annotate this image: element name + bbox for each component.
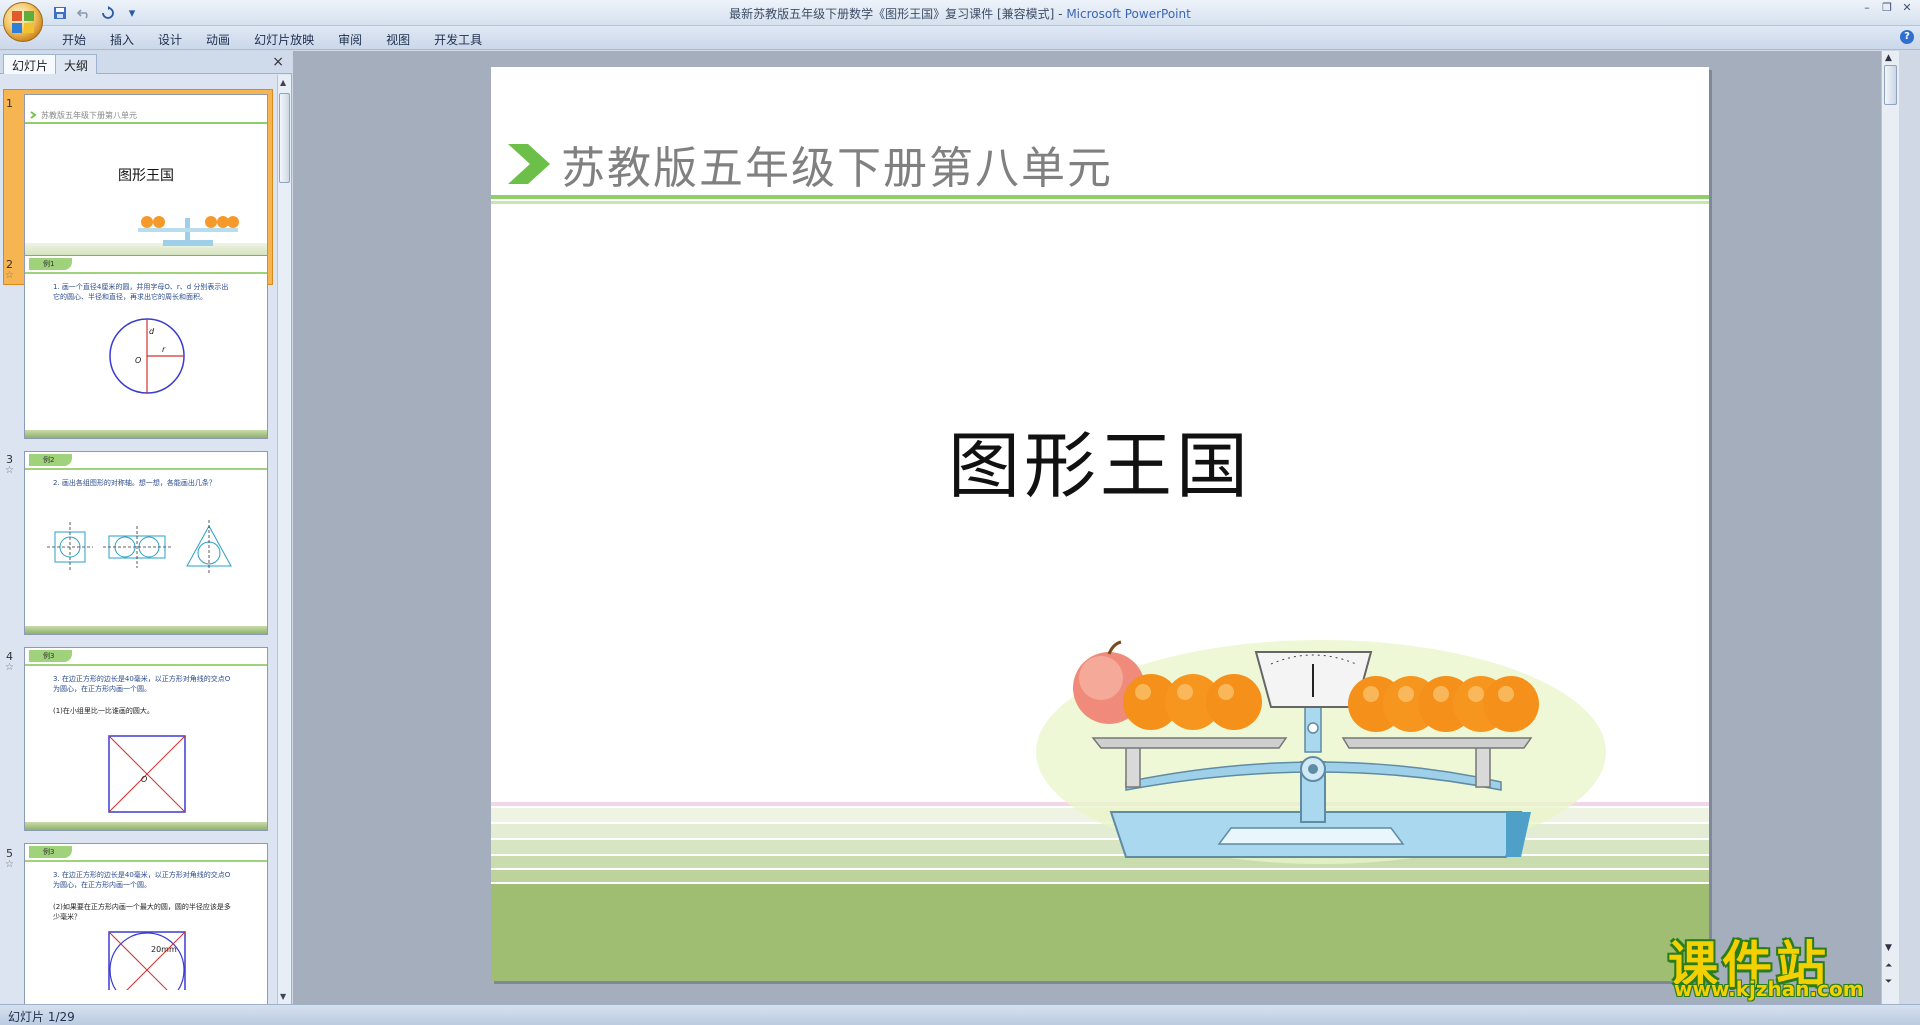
chevron-right-icon [30, 111, 37, 119]
thumbnail-slide-2[interactable]: 例1 1. 画一个直径4厘米的圆，并用字母O、r、d 分别表示出它的圆心、半径和… [24, 255, 268, 439]
tab-review[interactable]: 审阅 [326, 29, 374, 48]
header-line [491, 201, 1709, 204]
label-d: d [149, 327, 155, 336]
slide-header[interactable]: 苏教版五年级下册第八单元 [561, 132, 1113, 196]
header-line [25, 664, 267, 666]
restore-icon[interactable]: ❐ [1878, 2, 1896, 16]
close-pane-icon[interactable]: × [272, 54, 284, 70]
tab-design[interactable]: 设计 [146, 29, 194, 48]
thumbnail-text: 3. 在边正方形的边长是40毫米，以正方形对角线的交点O为圆心，在正方形内画一个… [53, 871, 231, 889]
animation-star-icon: ☆ [5, 270, 14, 281]
tab-animations[interactable]: 动画 [194, 29, 242, 48]
scrollbar-thumb[interactable] [279, 93, 290, 183]
title-bar: ▾ 最新苏教版五年级下册数学《图形王国》复习课件 [兼容模式] - Micros… [0, 0, 1920, 42]
tab-developer[interactable]: 开发工具 [422, 29, 494, 48]
thumbnail-list: 1 苏教版五年级下册第八单元 图形王国 2 ☆ 例1 1. 画一个直径4厘米的圆… [0, 75, 276, 1004]
slide-title[interactable]: 图形王国 [491, 407, 1709, 512]
scroll-down-icon[interactable]: ▼ [280, 992, 286, 1001]
thumbnail-number: 1 [6, 97, 13, 110]
label-o: O [135, 356, 141, 365]
thumbnail-subtext: (1)在小组里比一比谁画的圆大。 [53, 707, 154, 715]
slide-editing-area: 苏教版五年级下册第八单元 图形王国 ▲ ▼ ⏶ ⏷ [293, 51, 1899, 1004]
square-circle-diagram: 20mm [108, 931, 186, 990]
animation-star-icon: ☆ [5, 662, 14, 673]
thumbnail-text: 3. 在边正方形的边长是40毫米，以正方形对角线的交点O为圆心，在正方形内画一个… [53, 675, 231, 693]
label-o: O [141, 775, 147, 784]
balance-scale-illustration [1036, 640, 1606, 864]
header-line [25, 468, 267, 470]
document-title: 最新苏教版五年级下册数学《图形王国》复习课件 [兼容模式] - [729, 7, 1067, 21]
thumbnail-ground [25, 626, 267, 634]
thumbnail-slide-1[interactable]: 苏教版五年级下册第八单元 图形王国 [24, 94, 268, 278]
tab-slideshow[interactable]: 幻灯片放映 [242, 29, 326, 48]
scrollbar-thumb[interactable] [1884, 65, 1897, 105]
thumbnail-title: 图形王国 [118, 168, 174, 184]
thumbnail-scrollbar[interactable]: ▲ ▼ [277, 75, 291, 1004]
header-line [491, 195, 1709, 199]
scroll-up-icon[interactable]: ▲ [1885, 53, 1892, 63]
app-name: Microsoft PowerPoint [1066, 7, 1191, 21]
thumbnail-text: 2. 画出各组图形的对称轴。想一想，各能画出几条？ [53, 479, 216, 487]
tab-home[interactable]: 开始 [50, 29, 98, 48]
example-tag: 例3 [29, 650, 73, 662]
label-radius: 20mm [151, 945, 177, 954]
window-controls: – ❐ ✕ [1858, 2, 1916, 16]
example-tag: 例3 [29, 846, 73, 858]
close-icon[interactable]: ✕ [1898, 2, 1916, 16]
tab-slides[interactable]: 幻灯片 [3, 54, 58, 74]
thumbnail-header: 苏教版五年级下册第八单元 [41, 111, 137, 120]
chevron-right-icon [508, 144, 550, 184]
symmetry-shapes-diagram [47, 520, 232, 574]
header-line [25, 122, 267, 124]
office-logo-icon [12, 11, 34, 33]
status-bar: 幻灯片 1/29 [0, 1004, 1920, 1025]
help-icon[interactable]: ? [1900, 30, 1914, 44]
thumbnail-slide-4[interactable]: 例3 3. 在边正方形的边长是40毫米，以正方形对角线的交点O为圆心，在正方形内… [24, 647, 268, 831]
ribbon-tab-bar: 开始 插入 设计 动画 幻灯片放映 审阅 视图 开发工具 ? [0, 26, 1920, 50]
slide-counter: 幻灯片 1/29 [8, 1010, 75, 1024]
slides-panel: 幻灯片 大纲 × 1 苏教版五年级下册第八单元 图形王国 2 ☆ 例1 1. 画… [0, 51, 292, 1004]
thumbnail-ground [25, 822, 267, 830]
watermark-url: www.kjzhan.com [1674, 977, 1864, 1001]
tab-outline[interactable]: 大纲 [55, 54, 98, 74]
example-tag: 例1 [29, 258, 73, 270]
thumbnail-slide-3[interactable]: 例2 2. 画出各组图形的对称轴。想一想，各能画出几条？ [24, 451, 268, 635]
thumbnail-slide-5[interactable]: 例3 3. 在边正方形的边长是40毫米，以正方形对角线的交点O为圆心，在正方形内… [24, 843, 268, 1004]
tab-insert[interactable]: 插入 [98, 29, 146, 48]
animation-star-icon: ☆ [5, 859, 14, 870]
scroll-up-icon[interactable]: ▲ [280, 78, 286, 87]
office-button[interactable] [3, 2, 43, 42]
header-line [25, 272, 267, 274]
square-diagonals-diagram: O [108, 735, 186, 813]
circle-diagram: d r O [109, 318, 185, 394]
header-line [25, 860, 267, 862]
pane-tabs: 幻灯片 大纲 × [0, 51, 292, 74]
thumbnail-ground [25, 430, 267, 438]
tab-view[interactable]: 视图 [374, 29, 422, 48]
minimize-icon[interactable]: – [1858, 2, 1876, 16]
slide-scrollbar[interactable]: ▲ ▼ ⏶ ⏷ [1881, 51, 1899, 1004]
label-r: r [162, 345, 166, 354]
example-tag: 例2 [29, 454, 73, 466]
current-slide[interactable]: 苏教版五年级下册第八单元 图形王国 [491, 67, 1709, 981]
animation-star-icon: ☆ [5, 465, 14, 476]
thumbnail-text: 1. 画一个直径4厘米的圆，并用字母O、r、d 分别表示出它的圆心、半径和直径，… [53, 283, 229, 301]
window-title: 最新苏教版五年级下册数学《图形王国》复习课件 [兼容模式] - Microsof… [0, 5, 1920, 22]
balance-scale-icon [138, 216, 239, 246]
thumbnail-subtext: (2)如果要在正方形内画一个最大的圆，圆的半径应该是多少毫米？ [53, 903, 231, 921]
site-watermark: 课件站 www.kjzhan.com [1668, 925, 1908, 1001]
